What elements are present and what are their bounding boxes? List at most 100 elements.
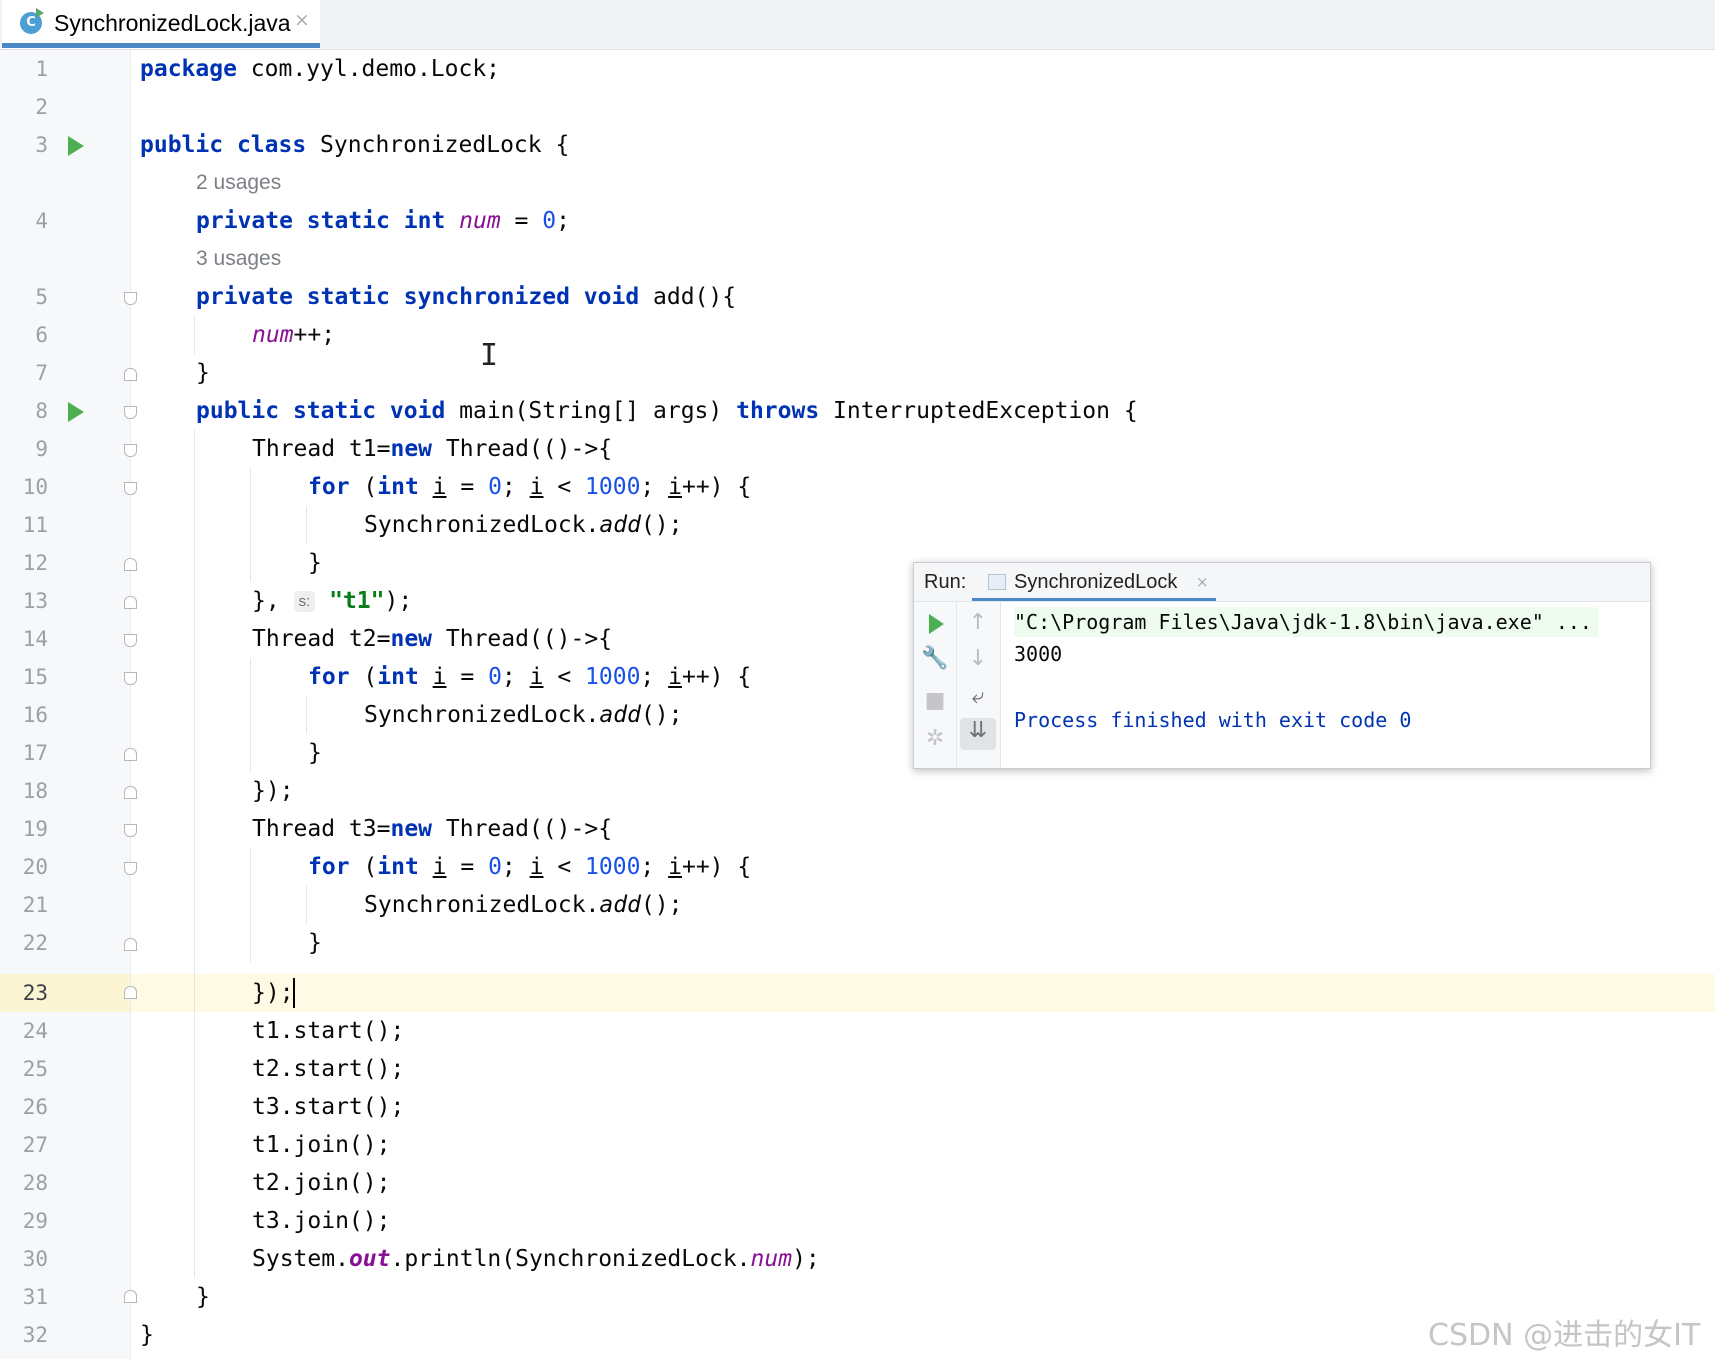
code-line: for (int i = 0; i < 1000; i++) { — [308, 664, 752, 690]
code-line: public static void main(String[] args) t… — [196, 398, 1138, 424]
code-line: System.out.println(SynchronizedLock.num)… — [252, 1246, 820, 1272]
line-number: 25 — [22, 1057, 48, 1081]
code-line: SynchronizedLock.add(); — [364, 702, 683, 728]
scroll-to-end-icon[interactable]: ⇊ — [960, 718, 996, 750]
code-line: t3.start(); — [252, 1094, 405, 1120]
soft-wrap-icon[interactable]: ⤶ — [960, 684, 996, 709]
line-number: 30 — [22, 1247, 48, 1271]
fold-icon[interactable] — [124, 1290, 137, 1303]
run-main-icon[interactable] — [68, 402, 84, 422]
code-line: Thread t2=new Thread(()->{ — [252, 626, 613, 652]
fold-icon[interactable] — [124, 862, 137, 875]
code-line: private static synchronized void add(){ — [196, 284, 737, 310]
code-line: Thread t1=new Thread(()->{ — [252, 436, 613, 462]
close-icon[interactable]: × — [294, 9, 310, 31]
line-number: 12 — [22, 551, 48, 575]
line-number: 15 — [22, 665, 48, 689]
line-number: 18 — [22, 779, 48, 803]
line-number: 6 — [35, 323, 48, 347]
console-output[interactable]: "C:\Program Files\Java\jdk-1.8\bin\java.… — [1014, 603, 1644, 763]
run-tool-window[interactable]: Run: SynchronizedLock × 🔧 ■ ✲ ↑ ↓ ⤶ ⇊ "C… — [913, 562, 1651, 769]
console-exit-line: Process finished with exit code 0 — [1014, 708, 1412, 732]
fold-icon[interactable] — [124, 444, 137, 457]
text-cursor-icon: I — [480, 338, 499, 373]
fold-icon[interactable] — [124, 986, 137, 999]
fold-icon[interactable] — [124, 824, 137, 837]
run-toolbar-right: ↑ ↓ ⤶ ⇊ — [957, 602, 1001, 768]
fold-icon[interactable] — [124, 482, 137, 495]
fold-icon[interactable] — [124, 634, 137, 647]
code-line: package com.yyl.demo.Lock; — [140, 56, 501, 82]
usages-hint[interactable]: 2 usages — [196, 164, 281, 202]
wrench-icon[interactable]: 🔧 — [917, 646, 953, 671]
code-line: t3.join(); — [252, 1208, 391, 1234]
code-line: } — [196, 360, 210, 386]
console-output-line: 3000 — [1014, 642, 1063, 666]
code-line: } — [308, 550, 322, 576]
fold-icon[interactable] — [124, 368, 137, 381]
fold-icon[interactable] — [124, 406, 137, 419]
line-number: 11 — [22, 513, 48, 537]
run-tab-synchronizedlock[interactable]: SynchronizedLock × — [972, 563, 1216, 601]
line-number: 16 — [22, 703, 48, 727]
up-arrow-icon[interactable]: ↑ — [960, 610, 996, 635]
indent-guide — [194, 316, 195, 354]
code-line: } — [308, 740, 322, 766]
console-icon — [988, 574, 1006, 590]
code-line: } — [196, 1284, 210, 1310]
tab-synchronizedlock-java[interactable]: C SynchronizedLock.java × — [2, 0, 320, 49]
code-line: for (int i = 0; i < 1000; i++) { — [308, 474, 752, 500]
fold-icon[interactable] — [124, 558, 137, 571]
line-number: 17 — [22, 741, 48, 765]
line-number: 27 — [22, 1133, 48, 1157]
fold-icon[interactable] — [124, 596, 137, 609]
code-line: } — [140, 1322, 154, 1348]
code-line: } — [308, 930, 322, 956]
watermark: CSDN @进击的女IT — [1428, 1318, 1701, 1353]
line-number: 5 — [35, 285, 48, 309]
code-line: }, s: "t1"); — [252, 588, 413, 614]
console-command-line: "C:\Program Files\Java\jdk-1.8\bin\java.… — [1014, 607, 1598, 637]
line-number: 28 — [22, 1171, 48, 1195]
fold-icon[interactable] — [124, 786, 137, 799]
line-number: 4 — [35, 209, 48, 233]
rerun-icon[interactable] — [929, 614, 944, 634]
fold-icon[interactable] — [124, 748, 137, 761]
line-number: 21 — [22, 893, 48, 917]
line-number: 3 — [35, 133, 48, 157]
fold-icon[interactable] — [124, 938, 137, 951]
line-number: 1 — [35, 57, 48, 81]
active-tab-indicator — [972, 598, 1216, 601]
tab-title: SynchronizedLock.java — [54, 10, 291, 36]
usages-hint[interactable]: 3 usages — [196, 240, 281, 278]
code-line: t1.join(); — [252, 1132, 391, 1158]
fold-icon[interactable] — [124, 672, 137, 685]
parameter-hint: s: — [293, 591, 316, 612]
run-class-icon[interactable] — [68, 136, 84, 156]
line-number: 14 — [22, 627, 48, 651]
code-line: t1.start(); — [252, 1018, 405, 1044]
code-line: t2.start(); — [252, 1056, 405, 1082]
run-toolbar-left: 🔧 ■ ✲ — [914, 602, 957, 768]
indent-guide — [306, 886, 307, 924]
line-number: 29 — [22, 1209, 48, 1233]
run-label: Run: — [924, 571, 967, 593]
stop-icon[interactable]: ■ — [917, 688, 953, 713]
fold-icon[interactable] — [124, 292, 137, 305]
line-number: 8 — [35, 399, 48, 423]
line-number: 9 — [35, 437, 48, 461]
code-line: private static int num = 0; — [196, 208, 570, 234]
close-icon[interactable]: × — [1196, 573, 1209, 591]
line-number: 20 — [22, 855, 48, 879]
active-tab-indicator — [2, 43, 320, 48]
run-header: Run: SynchronizedLock × — [914, 563, 1650, 602]
line-number: 13 — [22, 589, 48, 613]
runnable-badge-icon — [36, 8, 44, 18]
debug-icon[interactable]: ✲ — [917, 726, 953, 751]
code-line: Thread t3=new Thread(()->{ — [252, 816, 613, 842]
line-number: 23 — [22, 981, 48, 1005]
down-arrow-icon[interactable]: ↓ — [960, 646, 996, 671]
gutter-divider — [130, 50, 131, 1359]
code-line: for (int i = 0; i < 1000; i++) { — [308, 854, 752, 880]
editor-tab-bar: C SynchronizedLock.java × — [0, 0, 1715, 50]
